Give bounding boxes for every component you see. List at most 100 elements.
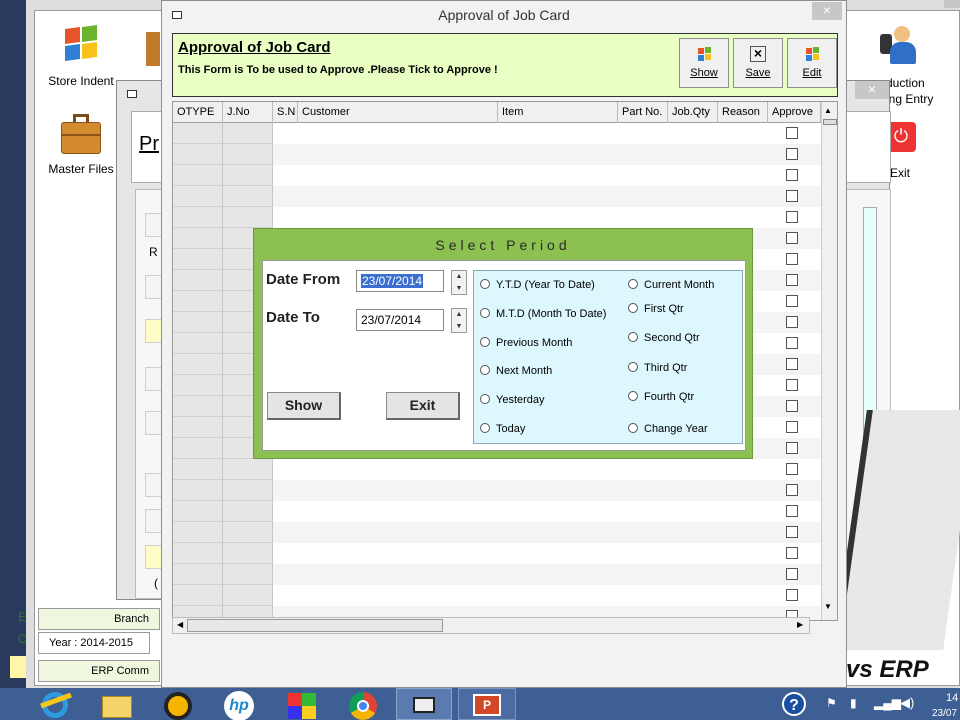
edit-toolbar-button[interactable]: Edit bbox=[787, 38, 837, 88]
otype-cell[interactable] bbox=[173, 396, 223, 417]
column-customer[interactable]: Customer bbox=[298, 102, 498, 123]
approve-checkbox[interactable] bbox=[786, 505, 798, 517]
approve-checkbox[interactable] bbox=[786, 463, 798, 475]
jno-cell[interactable] bbox=[223, 186, 273, 207]
option-next-month[interactable]: Next Month bbox=[480, 365, 552, 377]
option-third-qtr[interactable]: Third Qtr bbox=[628, 362, 687, 374]
table-row[interactable] bbox=[173, 480, 821, 501]
option-current-month[interactable]: Current Month bbox=[628, 279, 714, 291]
approve-checkbox[interactable] bbox=[786, 211, 798, 223]
users-icon[interactable] bbox=[876, 22, 926, 72]
otype-cell[interactable] bbox=[173, 144, 223, 165]
approve-checkbox[interactable] bbox=[786, 169, 798, 181]
otype-cell[interactable] bbox=[173, 312, 223, 333]
jno-cell[interactable] bbox=[223, 543, 273, 564]
otype-cell[interactable] bbox=[173, 123, 223, 144]
column-part-no[interactable]: Part No. bbox=[618, 102, 668, 123]
option-previous-month[interactable]: Previous Month bbox=[480, 337, 572, 349]
clock-date[interactable]: 23/07 bbox=[932, 708, 957, 719]
jno-cell[interactable] bbox=[223, 564, 273, 585]
option-today[interactable]: Today bbox=[480, 423, 525, 435]
flag-icon[interactable]: ⚑ bbox=[826, 696, 837, 710]
otype-cell[interactable] bbox=[173, 501, 223, 522]
otype-cell[interactable] bbox=[173, 270, 223, 291]
radio-icon[interactable] bbox=[480, 394, 490, 404]
help-icon[interactable]: ? bbox=[782, 692, 806, 716]
active-window-task[interactable] bbox=[396, 688, 452, 720]
date-to-spinner[interactable]: ▲ ▼ bbox=[451, 308, 467, 333]
spin-down-icon[interactable]: ▼ bbox=[452, 321, 466, 333]
scroll-up-arrow-icon[interactable]: ▲ bbox=[824, 106, 832, 115]
option-change-year[interactable]: Change Year bbox=[628, 423, 708, 435]
otype-cell[interactable] bbox=[173, 543, 223, 564]
table-row[interactable] bbox=[173, 543, 821, 564]
master-files-shortcut[interactable]: Master Files bbox=[36, 112, 126, 176]
horizontal-scrollbar[interactable]: ◀ ▶ bbox=[172, 617, 810, 634]
approve-checkbox[interactable] bbox=[786, 337, 798, 349]
radio-icon[interactable] bbox=[628, 391, 638, 401]
close-button[interactable]: × bbox=[812, 2, 842, 20]
radio-icon[interactable] bbox=[480, 337, 490, 347]
hp-icon[interactable]: hp bbox=[218, 690, 262, 720]
otype-cell[interactable] bbox=[173, 375, 223, 396]
approve-checkbox[interactable] bbox=[786, 232, 798, 244]
radio-icon[interactable] bbox=[628, 423, 638, 433]
otype-cell[interactable] bbox=[173, 291, 223, 312]
column-reason[interactable]: Reason bbox=[718, 102, 768, 123]
otype-cell[interactable] bbox=[173, 459, 223, 480]
exit-button[interactable]: Exit bbox=[386, 392, 460, 420]
branch-chip[interactable]: Branch bbox=[38, 608, 160, 630]
show-toolbar-button[interactable]: Show bbox=[679, 38, 729, 88]
year-chip[interactable]: Year : 2014-2015 bbox=[38, 632, 150, 654]
radio-icon[interactable] bbox=[480, 365, 490, 375]
scroll-left-arrow-icon[interactable]: ◀ bbox=[177, 620, 183, 629]
otype-cell[interactable] bbox=[173, 480, 223, 501]
table-row[interactable] bbox=[173, 564, 821, 585]
otype-cell[interactable] bbox=[173, 417, 223, 438]
otype-cell[interactable] bbox=[173, 333, 223, 354]
option-mtd[interactable]: M.T.D (Month To Date) bbox=[480, 308, 606, 320]
background-close-button[interactable]: × bbox=[855, 81, 889, 99]
column-job-qty[interactable]: Job.Qty bbox=[668, 102, 718, 123]
otype-cell[interactable] bbox=[173, 564, 223, 585]
spin-down-icon[interactable]: ▼ bbox=[452, 283, 466, 295]
jno-cell[interactable] bbox=[223, 501, 273, 522]
show-button[interactable]: Show bbox=[267, 392, 341, 420]
table-row[interactable] bbox=[173, 585, 821, 606]
jno-cell[interactable] bbox=[223, 522, 273, 543]
radio-icon[interactable] bbox=[480, 308, 490, 318]
column-item[interactable]: Item bbox=[498, 102, 618, 123]
jno-cell[interactable] bbox=[223, 165, 273, 186]
jno-cell[interactable] bbox=[223, 123, 273, 144]
spin-up-icon[interactable]: ▲ bbox=[452, 309, 466, 321]
otype-cell[interactable] bbox=[173, 186, 223, 207]
corner-close[interactable] bbox=[944, 0, 960, 8]
store-indent-shortcut[interactable]: Store Indent bbox=[36, 24, 126, 88]
approve-checkbox[interactable] bbox=[786, 547, 798, 559]
date-from-input[interactable]: 23/07/2014 bbox=[356, 270, 444, 292]
date-from-spinner[interactable]: ▲ ▼ bbox=[451, 270, 467, 295]
otype-cell[interactable] bbox=[173, 354, 223, 375]
radio-icon[interactable] bbox=[480, 279, 490, 289]
powerpoint-task[interactable]: P bbox=[458, 688, 516, 720]
radio-icon[interactable] bbox=[628, 279, 638, 289]
spin-up-icon[interactable]: ▲ bbox=[452, 271, 466, 283]
hscroll-thumb[interactable] bbox=[187, 619, 443, 632]
table-row[interactable] bbox=[173, 144, 821, 165]
approve-checkbox[interactable] bbox=[786, 358, 798, 370]
option-first-qtr[interactable]: First Qtr bbox=[628, 303, 684, 315]
otype-cell[interactable] bbox=[173, 249, 223, 270]
approve-checkbox[interactable] bbox=[786, 379, 798, 391]
radio-icon[interactable] bbox=[628, 332, 638, 342]
approve-checkbox[interactable] bbox=[786, 484, 798, 496]
table-row[interactable] bbox=[173, 459, 821, 480]
radio-icon[interactable] bbox=[628, 303, 638, 313]
vertical-scrollbar[interactable]: ▲ ▼ bbox=[821, 102, 837, 620]
approve-checkbox[interactable] bbox=[786, 589, 798, 601]
approve-checkbox[interactable] bbox=[786, 400, 798, 412]
jno-cell[interactable] bbox=[223, 144, 273, 165]
file-explorer-icon[interactable] bbox=[96, 690, 140, 720]
column-approve[interactable]: Approve bbox=[768, 102, 821, 123]
table-row[interactable] bbox=[173, 522, 821, 543]
approve-checkbox[interactable] bbox=[786, 190, 798, 202]
